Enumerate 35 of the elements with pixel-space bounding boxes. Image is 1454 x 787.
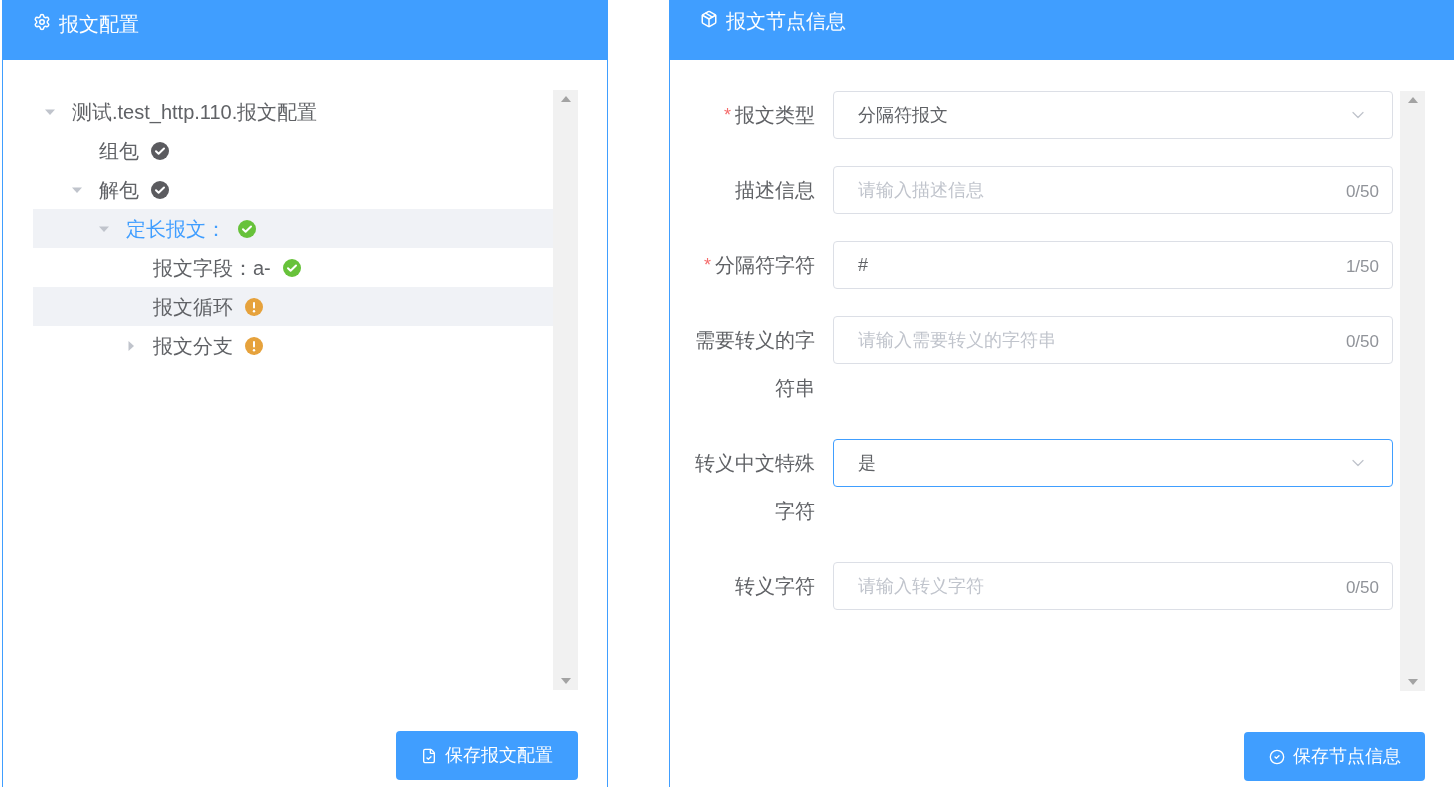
tree-node-label: 报文分支 — [153, 333, 233, 359]
select-field[interactable]: 分隔符报文 — [833, 91, 1393, 139]
scrollbar[interactable] — [1400, 91, 1425, 691]
char-counter: 0/50 — [1345, 181, 1379, 203]
field-label: 描述信息 — [735, 178, 815, 203]
field-label: 分隔符字符 — [715, 253, 815, 278]
scroll-up-icon[interactable] — [560, 96, 571, 102]
scrollbar[interactable] — [553, 90, 578, 690]
panel-title: 报文配置 — [59, 12, 139, 37]
tree-node-label: 解包 — [99, 177, 139, 203]
field-label: 需要转义的字符串 — [694, 328, 815, 401]
package-icon — [700, 10, 718, 28]
scroll-up-icon[interactable] — [1407, 97, 1418, 103]
char-counter: 0/50 — [1345, 577, 1379, 599]
field-label: 转义字符 — [735, 574, 815, 599]
scroll-down-icon[interactable] — [560, 678, 571, 684]
caret-right-icon[interactable] — [126, 340, 136, 351]
panel-title: 报文节点信息 — [726, 9, 846, 34]
tree-node-label: 组包 — [99, 138, 139, 164]
select-field[interactable]: 是 — [833, 439, 1393, 487]
tree-node-label: 报文字段：a- — [153, 255, 271, 281]
tree-node-label: 报文循环 — [153, 294, 233, 320]
tree-node[interactable]: 报文循环 — [33, 287, 553, 326]
tree-node-label: 测试.test_http.110.报文配置 — [72, 99, 318, 126]
char-counter: 0/50 — [1345, 331, 1379, 353]
file-check-icon — [421, 747, 437, 764]
check-circle-icon — [1268, 748, 1285, 765]
char-counter: 1/50 — [1345, 256, 1379, 278]
field-label: 报文类型 — [735, 103, 815, 128]
settings-icon — [33, 13, 51, 31]
scroll-down-icon[interactable] — [1407, 679, 1418, 685]
required-asterisk: * — [724, 104, 731, 127]
tree-node-label: 定长报文： — [126, 216, 226, 242]
field-label: 转义中文特殊字符 — [694, 451, 815, 524]
required-asterisk: * — [704, 254, 711, 277]
